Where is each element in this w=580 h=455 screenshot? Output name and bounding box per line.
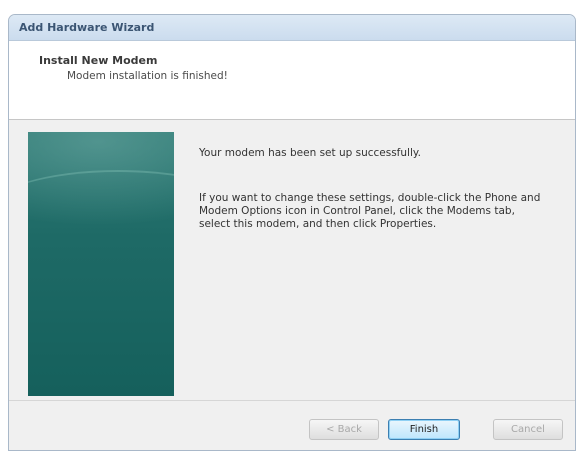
screen: Add Hardware Wizard Install New Modem Mo… [0, 0, 580, 455]
success-message: Your modem has been set up successfully. [199, 147, 421, 159]
back-button[interactable]: < Back [309, 419, 379, 440]
page-subtitle: Modem installation is finished! [67, 70, 228, 82]
title-bar[interactable]: Add Hardware Wizard [9, 15, 575, 41]
wizard-banner-image [28, 132, 174, 396]
window-title: Add Hardware Wizard [19, 21, 155, 34]
wizard-footer: < Back Finish Cancel [9, 400, 575, 450]
banner-swoosh-decoration [28, 170, 174, 252]
cancel-button[interactable]: Cancel [493, 419, 563, 440]
wizard-header: Install New Modem Modem installation is … [9, 41, 575, 120]
wizard-window: Add Hardware Wizard Install New Modem Mo… [8, 14, 576, 451]
instructions-message: If you want to change these settings, do… [199, 192, 541, 230]
page-title: Install New Modem [39, 54, 158, 67]
finish-button[interactable]: Finish [388, 419, 460, 440]
wizard-content: Your modem has been set up successfully.… [9, 120, 575, 398]
